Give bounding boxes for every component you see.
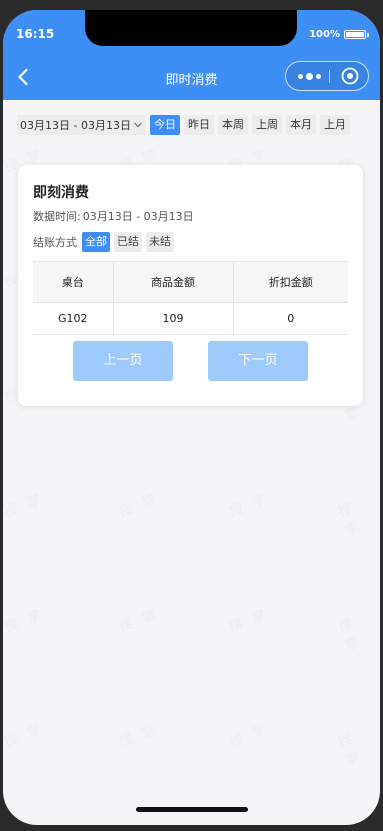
- column-header-goods-amount: 商品金额: [112, 261, 234, 303]
- date-filter-bar: 03月13日 - 03月13日 今日 昨日 本周 上周 本月 上月: [17, 115, 350, 135]
- watermark-text: 搜 掌: [226, 489, 272, 522]
- watermark-text: 搜 掌: [335, 490, 380, 541]
- settle-option-all[interactable]: 全部: [82, 232, 110, 252]
- period-this-week[interactable]: 本周: [217, 115, 248, 135]
- period-this-month[interactable]: 本月: [285, 115, 316, 135]
- period-last-week[interactable]: 上周: [251, 115, 282, 135]
- card-title: 即刻消费: [33, 185, 89, 201]
- consumption-card: 即刻消费 数据时间: 03月13日 - 03月13日 结账方式 全部 已结 未结…: [18, 165, 363, 406]
- watermark-text: 搜 掌: [3, 604, 47, 637]
- phone-screen: 16:15 100% 即时消费 03月13日 - 03月13日 今日 昨日 本周…: [3, 10, 380, 825]
- more-icon[interactable]: [295, 70, 323, 82]
- navigation-header: 16:15 100% 即时消费: [3, 10, 380, 100]
- data-time-value: 03月13日 - 03月13日: [82, 210, 194, 223]
- watermark-text: 搜 掌: [335, 605, 380, 656]
- watermark-text: 搜 掌: [226, 604, 272, 637]
- watermark-text: 搜 掌: [335, 720, 380, 771]
- device-notch: [85, 10, 297, 46]
- data-time: 数据时间: 03月13日 - 03月13日: [33, 208, 194, 224]
- capsule-divider: [329, 70, 330, 83]
- settle-option-unsettled[interactable]: 未结: [146, 232, 174, 252]
- column-header-table: 桌台: [33, 261, 114, 303]
- chevron-down-icon: [134, 122, 142, 128]
- watermark-text: 搜 掌: [226, 719, 272, 752]
- watermark-text: 搜 掌: [116, 719, 162, 752]
- watermark-text: 搜 掌: [3, 719, 47, 752]
- mini-program-capsule: [285, 61, 369, 91]
- status-battery: 100%: [309, 29, 369, 40]
- consumption-table: 桌台 商品金额 折扣金额 G102 109 0: [33, 261, 348, 335]
- cell-table: G102: [33, 302, 114, 335]
- home-indicator[interactable]: [136, 807, 248, 812]
- column-header-discount-amount: 折扣金额: [232, 261, 348, 303]
- data-time-label: 数据时间:: [33, 210, 81, 223]
- settle-option-settled[interactable]: 已结: [114, 232, 142, 252]
- battery-percent: 100%: [309, 29, 340, 40]
- date-range-value: 03月13日 - 03月13日: [20, 119, 131, 132]
- cell-discount-amount: 0: [232, 302, 348, 335]
- watermark-text: 搜 掌: [116, 489, 162, 522]
- watermark-text: 搜 掌: [3, 489, 47, 522]
- settlement-filter: 结账方式 全部 已结 未结: [33, 232, 174, 252]
- battery-icon: [344, 30, 369, 39]
- settlement-label: 结账方式: [33, 236, 77, 249]
- next-page-button[interactable]: 下一页: [208, 341, 308, 381]
- cell-goods-amount: 109: [112, 302, 234, 335]
- prev-page-button[interactable]: 上一页: [73, 341, 173, 381]
- status-time: 16:15: [16, 27, 55, 41]
- watermark-text: 搜 掌: [116, 604, 162, 637]
- period-last-month[interactable]: 上月: [319, 115, 350, 135]
- period-yesterday[interactable]: 昨日: [183, 115, 214, 135]
- period-today[interactable]: 今日: [149, 115, 180, 135]
- close-target-icon[interactable]: [341, 67, 359, 85]
- table-row[interactable]: G102 109 0: [33, 302, 348, 335]
- date-range-select[interactable]: 03月13日 - 03月13日: [17, 115, 146, 135]
- table-header-row: 桌台 商品金额 折扣金额: [33, 261, 348, 303]
